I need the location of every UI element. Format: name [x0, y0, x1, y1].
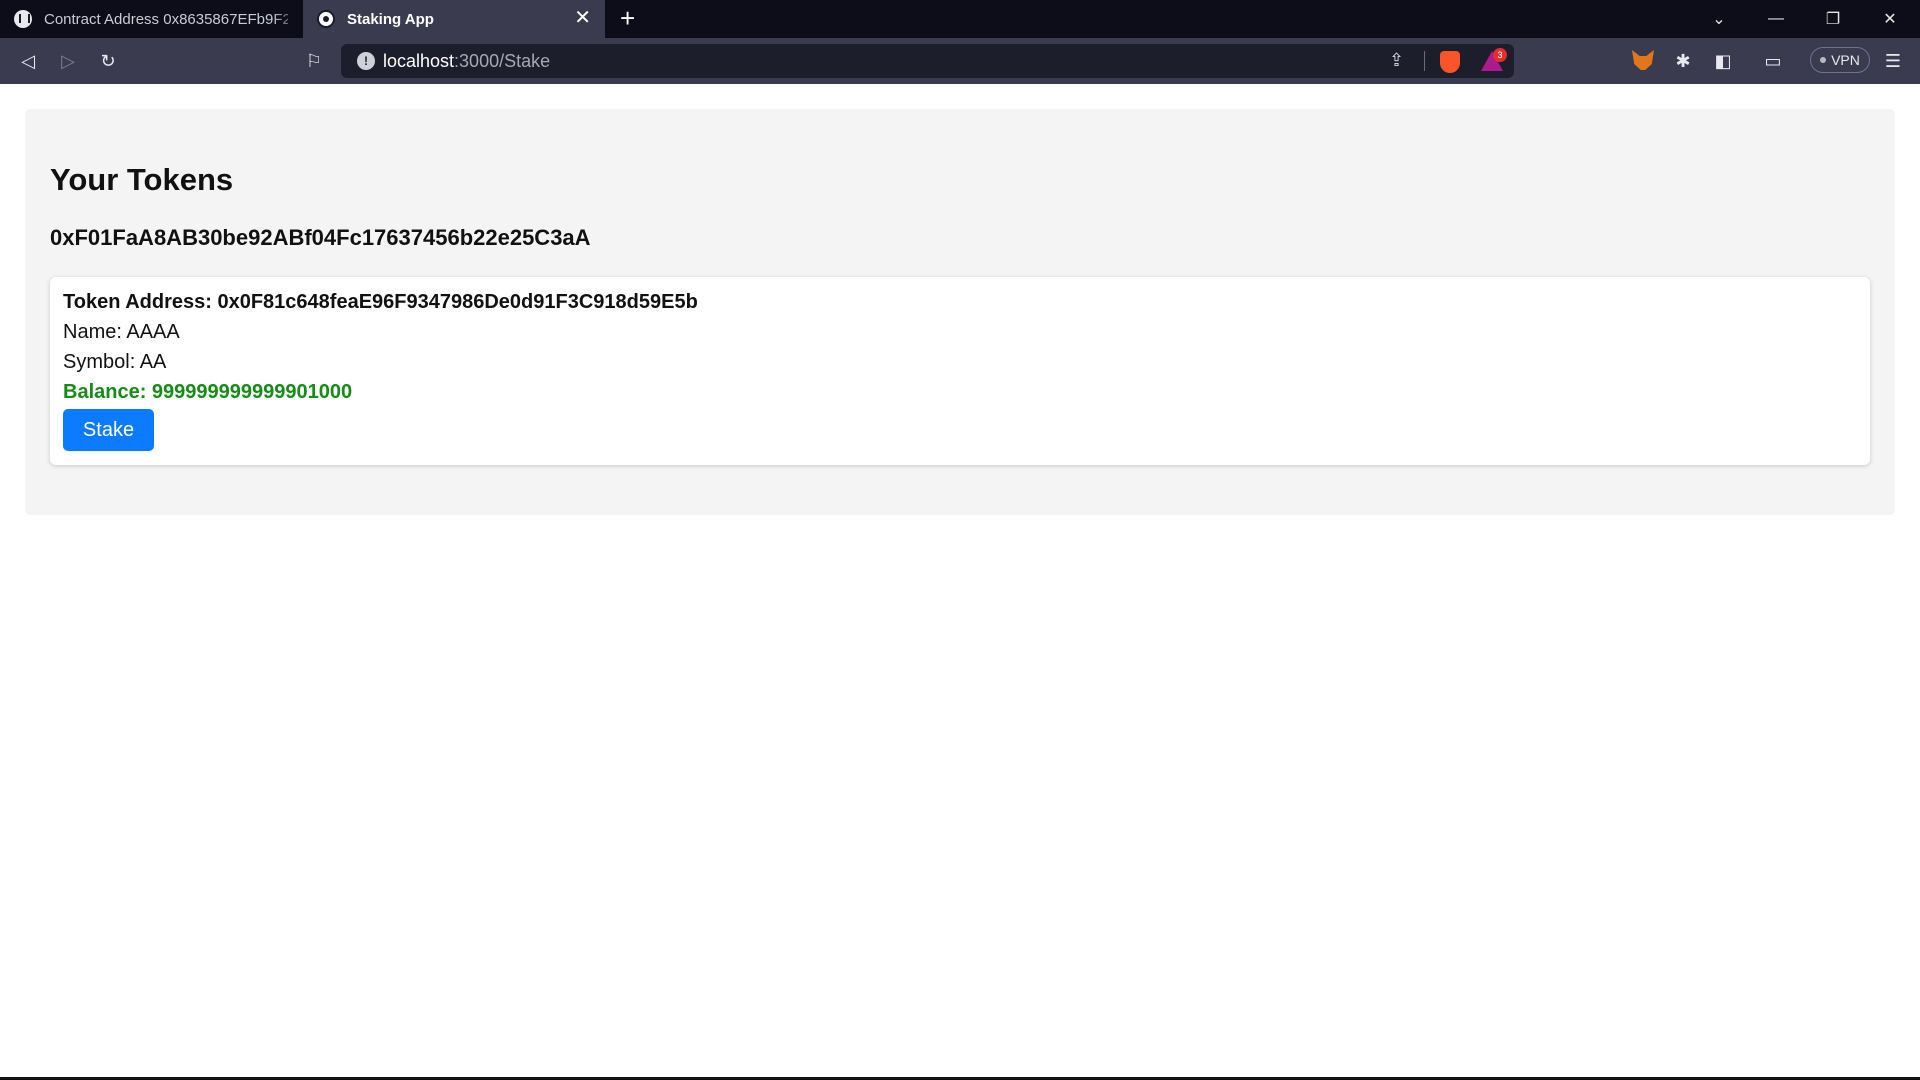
sidebar-icon[interactable]: ◧ — [1710, 48, 1736, 74]
minimize-icon[interactable]: — — [1748, 0, 1804, 38]
forward-arrow-icon[interactable]: ▷ — [55, 48, 81, 74]
react-favicon-icon — [317, 10, 335, 28]
close-window-icon[interactable]: ✕ — [1862, 0, 1918, 38]
tab-title-fade — [272, 0, 302, 38]
brave-lion-icon[interactable] — [1440, 51, 1460, 73]
back-arrow-icon[interactable]: ◁ — [15, 48, 41, 74]
wallet-icon[interactable]: ▭ — [1760, 48, 1786, 74]
etherscan-favicon-icon — [14, 10, 32, 28]
address-bar-url[interactable]: localhost:3000/Stake — [383, 51, 550, 72]
tab-title: Contract Address 0x8635867EFb9F2fc — [44, 10, 288, 28]
restore-icon[interactable]: ❐ — [1805, 0, 1861, 38]
reload-icon[interactable]: ↻ — [95, 48, 121, 74]
url-path: :3000/Stake — [454, 51, 551, 71]
token-symbol: Symbol: AA — [63, 351, 167, 373]
tab-staking-app[interactable]: Staking App ✕ — [303, 0, 605, 38]
bookmark-icon[interactable]: ⚐ — [301, 48, 327, 74]
token-balance: Balance: 999999999999901000 — [63, 381, 353, 403]
tab-contract-address[interactable]: Contract Address 0x8635867EFb9F2fc — [0, 0, 302, 38]
page-viewport: Your Tokens 0xF01FaA8AB30be92ABf04Fc1763… — [0, 84, 1920, 1080]
tab-strip: Contract Address 0x8635867EFb9F2fc Staki… — [0, 0, 1920, 38]
stake-button[interactable]: Stake — [63, 409, 154, 451]
url-host: localhost — [383, 51, 455, 71]
page-title: Your Tokens — [50, 162, 234, 197]
token-card: Token Address: 0x0F81c648feaE96F9347986D… — [50, 277, 1870, 465]
address-bar[interactable]: ! localhost:3000/Stake ⇪ 3 — [341, 44, 1514, 78]
account-address: 0xF01FaA8AB30be92ABf04Fc17637456b22e25C3… — [50, 225, 591, 250]
vpn-label: VPN — [1831, 52, 1860, 68]
rewards-badge: 3 — [1493, 48, 1507, 62]
tab-title: Staking App — [347, 10, 434, 28]
token-name: Name: AAAA — [63, 321, 180, 343]
tab-search-chevron-icon[interactable]: ⌄ — [1691, 0, 1747, 38]
puzzle-icon[interactable]: ✱ — [1670, 48, 1696, 74]
new-tab-icon[interactable]: + — [620, 4, 635, 32]
hamburger-menu-icon[interactable]: ☰ — [1880, 48, 1906, 74]
vpn-status-dot — [1820, 57, 1827, 63]
share-icon[interactable]: ⇪ — [1389, 50, 1404, 71]
address-bar-divider — [1424, 51, 1425, 71]
token-address: Token Address: 0x0F81c648feaE96F9347986D… — [63, 291, 698, 313]
info-icon[interactable]: ! — [357, 52, 375, 70]
tokens-container: Your Tokens 0xF01FaA8AB30be92ABf04Fc1763… — [25, 109, 1895, 515]
vpn-button[interactable]: VPN — [1810, 47, 1870, 73]
close-tab-icon[interactable]: ✕ — [574, 8, 591, 28]
